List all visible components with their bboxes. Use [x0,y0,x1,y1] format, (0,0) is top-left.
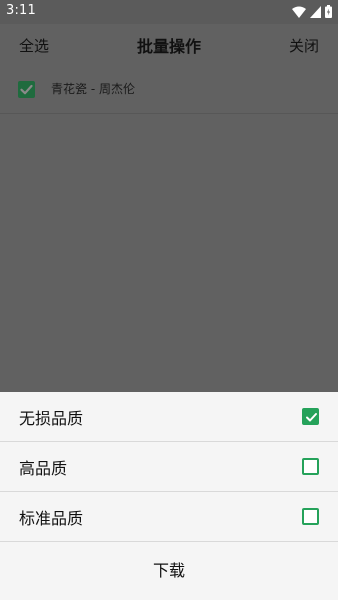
song-checkbox[interactable] [18,81,35,98]
song-title: 青花瓷 - 周杰伦 [51,82,135,96]
battery-icon [325,3,332,22]
wifi-icon [292,3,306,22]
status-icons [292,3,332,22]
quality-option-lossless[interactable]: 无损品质 [0,392,338,442]
status-time: 3:11 [6,3,36,18]
page-title: 批量操作 [136,37,201,56]
check-icon [20,84,33,95]
quality-option-label: 无损品质 [19,409,84,428]
quality-option-high[interactable]: 高品质 [0,442,338,492]
app-bar: 全选 批量操作 关闭 [0,24,338,66]
dim-overlay[interactable] [0,114,338,392]
quality-sheet: 无损品质 高品质 标准品质 下载 [0,392,338,600]
download-button[interactable]: 下载 [0,541,338,600]
signal-icon [310,3,321,22]
high-quality-checkbox[interactable] [302,458,319,475]
list-item[interactable]: 青花瓷 - 周杰伦 [0,66,338,114]
check-icon [306,413,317,422]
standard-quality-checkbox[interactable] [302,508,319,525]
lossless-checkbox[interactable] [302,408,319,425]
quality-option-label: 高品质 [19,459,68,478]
close-button[interactable]: 关闭 [289,35,319,56]
status-bar: 3:11 [0,0,338,24]
quality-option-standard[interactable]: 标准品质 [0,492,338,542]
quality-option-label: 标准品质 [19,509,84,528]
